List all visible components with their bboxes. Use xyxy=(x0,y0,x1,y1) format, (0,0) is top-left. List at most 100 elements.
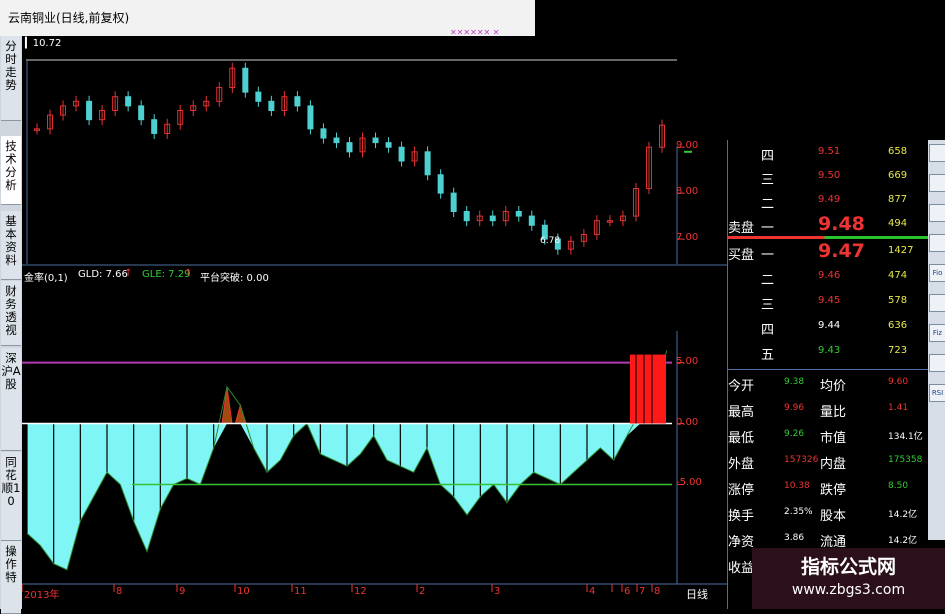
rsi-icon[interactable]: RSI xyxy=(929,384,945,402)
gld-arrow-icon: ↑ xyxy=(124,268,133,279)
sell-label: 卖盘 xyxy=(728,221,755,236)
ind-y-label: 5.00 xyxy=(676,355,699,367)
fiz-icon[interactable]: Fiz xyxy=(929,324,945,342)
buy-level: 四 xyxy=(761,323,775,338)
stat-value: 134.1亿 xyxy=(888,432,923,442)
sell-row[interactable]: 三 9.50 669 xyxy=(728,165,929,189)
stat-value: 2.35% xyxy=(784,507,813,517)
stat-label: 最低 xyxy=(728,431,755,446)
price-candle xyxy=(437,174,444,194)
buy-row[interactable]: 二 9.46 474 xyxy=(728,265,929,289)
tab-1[interactable]: 技术分析 xyxy=(1,136,21,205)
stat-value: 9.38 xyxy=(784,377,805,387)
tab-5[interactable]: 同花顺10 xyxy=(1,452,21,541)
chart-canvas xyxy=(22,59,727,592)
bar-chart-icon[interactable] xyxy=(929,204,945,222)
quote-panel: 四 9.51 658 三 9.50 669 二 9.49 877 卖盘一 9.48 494 买盘一 9.… xyxy=(727,140,929,609)
window-title: 云南铜业(日线,前复权) xyxy=(8,11,130,25)
x-axis-label: 3 xyxy=(494,586,501,597)
tab-2[interactable]: 基本资料 xyxy=(1,211,21,280)
stat-label: 净资 xyxy=(728,535,755,550)
candle-icon[interactable] xyxy=(929,234,945,252)
stat-row: 外盘 157326 内盘 175358 xyxy=(728,449,929,473)
gld-label: GLD: 7.66 xyxy=(78,269,128,280)
tab-label: 分时走势 xyxy=(5,39,17,92)
bid-ask-divider xyxy=(728,236,929,239)
price-candle xyxy=(515,211,522,217)
stat-value: 157326 xyxy=(784,455,819,465)
stat-value: 10.38 xyxy=(784,481,810,491)
price-candle xyxy=(489,215,496,222)
price-candle xyxy=(398,146,405,162)
buy-volume: 578 xyxy=(888,295,908,306)
stat-label: 外盘 xyxy=(728,457,755,472)
buy-price: 9.43 xyxy=(818,345,841,356)
buy-volume: 636 xyxy=(888,320,908,331)
x-axis-label: 8 xyxy=(116,586,123,597)
ind-y-label: 0.00 xyxy=(676,416,699,428)
buy-row[interactable]: 五 9.43 723 xyxy=(728,340,929,364)
x-axis-label: 10 xyxy=(237,586,250,597)
price-candle xyxy=(255,91,262,102)
buy-label: 买盘 xyxy=(728,248,755,263)
stat-label: 量比 xyxy=(820,405,847,420)
breakout-bar xyxy=(630,354,666,424)
tab-label: 深沪A股 xyxy=(1,351,21,391)
sell-volume: 669 xyxy=(888,170,908,181)
price-max-caption: ▎10.72 xyxy=(25,38,61,49)
stat-value: 9.60 xyxy=(888,377,909,387)
stat-value: 9.26 xyxy=(784,429,805,439)
price-candle xyxy=(151,119,158,134)
svg-text:✕✕✕✕✕✕ ✕: ✕✕✕✕✕✕ ✕ xyxy=(450,28,499,36)
x-axis-label: 4 xyxy=(589,586,596,597)
fiq-icon[interactable]: Fio xyxy=(929,264,945,282)
sell-row[interactable]: 四 9.51 658 xyxy=(728,141,929,165)
x-axis-label: 7 xyxy=(639,586,646,597)
gld-positive-spike xyxy=(234,403,246,425)
price-candle xyxy=(242,67,249,93)
price-candle xyxy=(268,100,275,112)
quote-separator xyxy=(728,369,929,370)
tab-3[interactable]: 财务透视 xyxy=(1,281,21,346)
buy-level: 三 xyxy=(761,298,775,313)
sell-level: 一 xyxy=(761,221,775,236)
watermark-title: 指标公式网 xyxy=(800,556,896,578)
sell-row[interactable]: 卖盘一 9.48 494 xyxy=(728,213,929,237)
buy-row[interactable]: 买盘一 9.47 1427 xyxy=(728,240,929,264)
buy-volume: 723 xyxy=(888,345,908,356)
stat-value: 9.96 xyxy=(784,403,805,413)
x-axis-label: 8 xyxy=(654,586,661,597)
price-candle xyxy=(450,192,457,213)
buy-price: 9.47 xyxy=(818,240,865,262)
buy-row[interactable]: 三 9.45 578 xyxy=(728,290,929,314)
tab-label: 基本资料 xyxy=(5,214,17,267)
x-axis-label: 2013年 xyxy=(24,590,60,601)
buy-price: 9.44 xyxy=(818,320,841,331)
sell-price: 9.51 xyxy=(818,146,841,157)
price-candle xyxy=(125,96,132,107)
buy-level: 二 xyxy=(761,273,775,288)
tab-4[interactable]: 深沪A股 xyxy=(1,348,21,451)
indicator-header: 金率(0,1) GLD: 7.66 ↑ GLE: 7.29 ↑ 平台突破: 0.… xyxy=(22,268,727,285)
period-label[interactable]: 日线 xyxy=(686,586,708,602)
sell-row[interactable]: 二 9.49 877 xyxy=(728,189,929,213)
grid-icon[interactable] xyxy=(929,354,945,372)
stat-value: 8.50 xyxy=(888,481,909,491)
watermark: 指标公式网 www.zbgs3.com xyxy=(752,548,945,609)
price-candle xyxy=(333,137,340,144)
x-axis-label: 12 xyxy=(354,586,367,597)
stat-label: 市值 xyxy=(820,431,847,446)
tab-label: 同花顺10 xyxy=(1,455,21,508)
tab-0[interactable]: 分时走势 xyxy=(1,36,21,121)
chart-icon[interactable] xyxy=(929,294,945,312)
tab-label: 财务透视 xyxy=(5,284,17,337)
sell-level: 四 xyxy=(761,149,775,164)
line-chart-icon[interactable] xyxy=(929,174,945,192)
stat-label: 今开 xyxy=(728,379,755,394)
table-icon[interactable] xyxy=(929,144,945,162)
price-y-label: 9.00 xyxy=(676,140,699,152)
stat-value: 3.86 xyxy=(784,533,805,543)
tab-6[interactable]: 操作特 xyxy=(1,541,21,614)
buy-row[interactable]: 四 9.44 636 xyxy=(728,315,929,339)
stat-label: 最高 xyxy=(728,405,755,420)
